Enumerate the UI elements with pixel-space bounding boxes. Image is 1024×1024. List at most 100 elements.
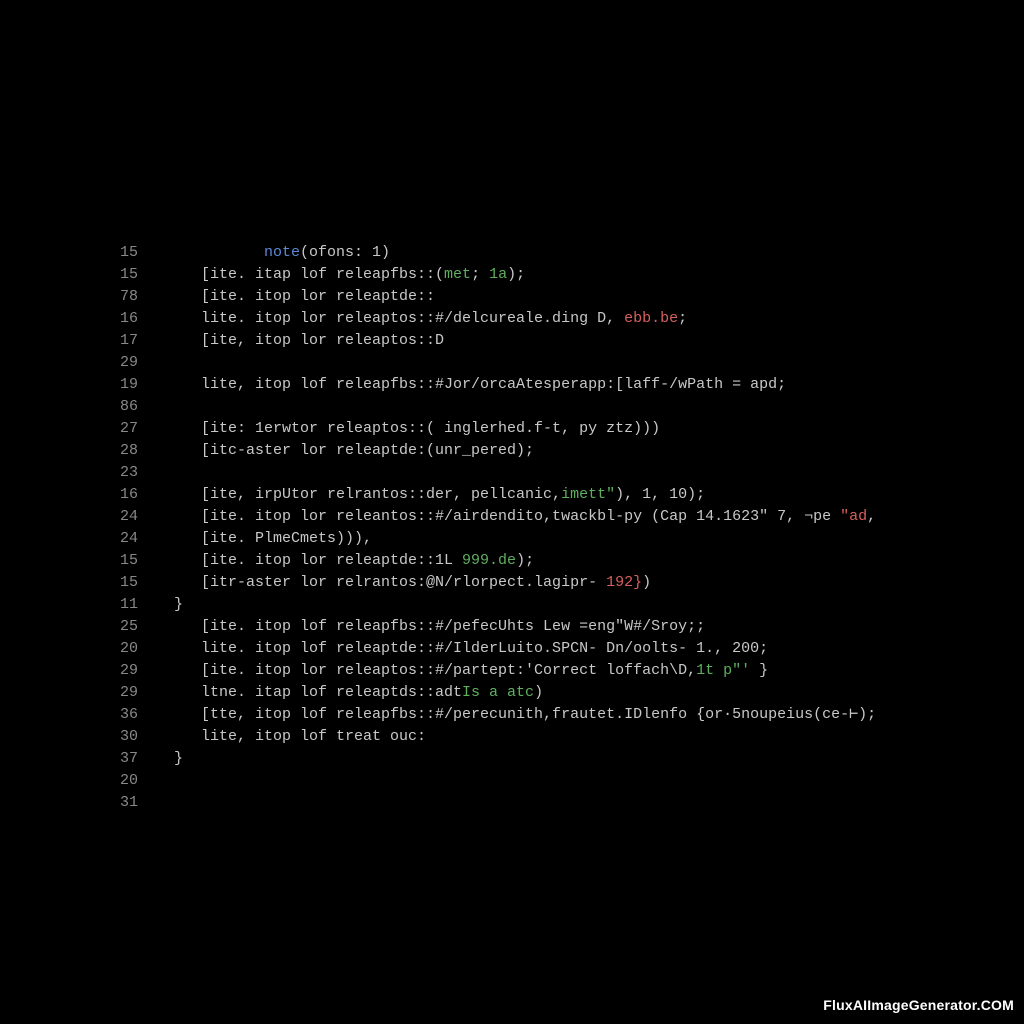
code-line[interactable]: 30 lite, itop lof treat ouc: — [110, 726, 984, 748]
code-token: [tte, itop lof releapfbs::#/perecunith,f… — [174, 706, 876, 723]
code-line[interactable]: 15 [ite. itap lof releapfbs::(met; 1a); — [110, 264, 984, 286]
line-number: 23 — [110, 462, 138, 484]
code-line[interactable]: 29 ltne. itap lof releaptds::adtIs a atc… — [110, 682, 984, 704]
code-line[interactable]: 24 [ite. itop lor releantos::#/airdendit… — [110, 506, 984, 528]
line-number: 28 — [110, 440, 138, 462]
code-line[interactable]: 86 — [110, 396, 984, 418]
code-line[interactable]: 16 [ite, irpUtor relrantos::der, pellcan… — [110, 484, 984, 506]
code-line[interactable]: 20 lite. itop lof releaptde::#/IlderLuit… — [110, 638, 984, 660]
line-number: 20 — [110, 770, 138, 792]
line-number: 20 — [110, 638, 138, 660]
code-token: } — [750, 662, 768, 679]
line-number: 36 — [110, 704, 138, 726]
code-token: ), 1, 10); — [615, 486, 705, 503]
code-line[interactable]: 37} — [110, 748, 984, 770]
line-number: 11 — [110, 594, 138, 616]
code-token: lite, itop lof releapfbs::#Jor/orcaAtesp… — [174, 376, 786, 393]
code-text[interactable]: [ite. itop lor releaptde::1L 999.de); — [174, 550, 534, 572]
code-text[interactable]: lite. itop lor releaptos::#/delcureale.d… — [174, 308, 687, 330]
watermark: FluxAIImageGenerator.COM — [823, 994, 1014, 1016]
code-text[interactable]: note(ofons: 1) — [174, 242, 390, 264]
code-token: ); — [507, 266, 525, 283]
code-line[interactable]: 19 lite, itop lof releapfbs::#Jor/orcaAt… — [110, 374, 984, 396]
code-text[interactable]: } — [174, 594, 183, 616]
code-token: [itr-aster lor relrantos:@N/rlorpect.lag… — [174, 574, 606, 591]
line-number: 78 — [110, 286, 138, 308]
code-token: 999.de — [462, 552, 516, 569]
code-line[interactable]: 78 [ite. itop lor releaptde:: — [110, 286, 984, 308]
code-token: } — [174, 596, 183, 613]
code-line[interactable]: 29 [ite. itop lor releaptos::#/partept:'… — [110, 660, 984, 682]
code-token: "ad — [840, 508, 867, 525]
code-token: ) — [642, 574, 651, 591]
code-token: ; — [471, 266, 489, 283]
code-text[interactable]: [ite: 1erwtor releaptos::( inglerhed.f-t… — [174, 418, 660, 440]
line-number: 15 — [110, 550, 138, 572]
code-token: , — [867, 508, 876, 525]
code-line[interactable]: 11} — [110, 594, 984, 616]
code-line[interactable]: 27 [ite: 1erwtor releaptos::( inglerhed.… — [110, 418, 984, 440]
code-token: [ite. itop lor releaptos::#/partept:'Cor… — [174, 662, 696, 679]
code-token: note — [264, 244, 300, 261]
line-number: 19 — [110, 374, 138, 396]
line-number: 16 — [110, 484, 138, 506]
code-token: ; — [678, 310, 687, 327]
line-number: 16 — [110, 308, 138, 330]
code-text[interactable]: [ite. itop lof releapfbs::#/pefecUhts Le… — [174, 616, 705, 638]
code-token: ebb.be — [624, 310, 678, 327]
code-token: [ite. itop lor releaptde::1L — [174, 552, 462, 569]
code-token: lite. itop lor releaptos::#/delcureale.d… — [174, 310, 624, 327]
code-editor[interactable]: 15 note(ofons: 1)15 [ite. itap lof relea… — [110, 242, 984, 814]
code-line[interactable]: 25 [ite. itop lof releapfbs::#/pefecUhts… — [110, 616, 984, 638]
code-token: ) — [534, 684, 543, 701]
code-text[interactable]: [tte, itop lof releapfbs::#/perecunith,f… — [174, 704, 876, 726]
code-text[interactable]: [ite, itop lor releaptos::D — [174, 330, 444, 352]
code-token: [ite, itop lor releaptos::D — [174, 332, 444, 349]
code-token: [ite. itop lof releapfbs::#/pefecUhts Le… — [174, 618, 705, 635]
code-text[interactable]: [ite. PlmeCmets))), — [174, 528, 372, 550]
code-line[interactable]: 20 — [110, 770, 984, 792]
code-text[interactable]: [ite. itap lof releapfbs::(met; 1a); — [174, 264, 525, 286]
code-line[interactable]: 15 note(ofons: 1) — [110, 242, 984, 264]
code-text[interactable]: lite. itop lof releaptde::#/IlderLuito.S… — [174, 638, 768, 660]
line-number: 27 — [110, 418, 138, 440]
code-line[interactable]: 31 — [110, 792, 984, 814]
code-text[interactable]: [ite. itop lor releaptos::#/partept:'Cor… — [174, 660, 768, 682]
code-text[interactable]: [ite. itop lor releantos::#/airdendito,t… — [174, 506, 876, 528]
line-number: 37 — [110, 748, 138, 770]
line-number: 30 — [110, 726, 138, 748]
code-text[interactable]: [ite, irpUtor relrantos::der, pellcanic,… — [174, 484, 705, 506]
code-text[interactable]: } — [174, 748, 183, 770]
code-token: 1a — [489, 266, 507, 283]
code-token — [174, 244, 264, 261]
code-text[interactable]: [ite. itop lor releaptde:: — [174, 286, 435, 308]
code-line[interactable]: 15 [itr-aster lor relrantos:@N/rlorpect.… — [110, 572, 984, 594]
code-text[interactable]: lite, itop lof treat ouc: — [174, 726, 426, 748]
code-token: Is a atc — [462, 684, 534, 701]
line-number: 17 — [110, 330, 138, 352]
line-number: 24 — [110, 528, 138, 550]
code-token: lite. itop lof releaptde::#/IlderLuito.S… — [174, 640, 768, 657]
line-number: 86 — [110, 396, 138, 418]
code-line[interactable]: 36 [tte, itop lof releapfbs::#/perecunit… — [110, 704, 984, 726]
code-line[interactable]: 17 [ite, itop lor releaptos::D — [110, 330, 984, 352]
code-text[interactable]: ltne. itap lof releaptds::adtIs a atc) — [174, 682, 543, 704]
code-line[interactable]: 29 — [110, 352, 984, 374]
line-number: 24 — [110, 506, 138, 528]
code-line[interactable]: 15 [ite. itop lor releaptde::1L 999.de); — [110, 550, 984, 572]
code-token: 192} — [606, 574, 642, 591]
code-token: (ofons: 1) — [300, 244, 390, 261]
code-token: [ite. itop lor releaptde:: — [174, 288, 435, 305]
line-number: 29 — [110, 682, 138, 704]
code-token: [ite, irpUtor relrantos::der, pellcanic, — [174, 486, 561, 503]
code-token: imett" — [561, 486, 615, 503]
code-text[interactable]: [itc-aster lor releaptde:(unr_pered); — [174, 440, 534, 462]
code-line[interactable]: 28 [itc-aster lor releaptde:(unr_pered); — [110, 440, 984, 462]
code-line[interactable]: 24 [ite. PlmeCmets))), — [110, 528, 984, 550]
code-text[interactable]: lite, itop lof releapfbs::#Jor/orcaAtesp… — [174, 374, 786, 396]
code-token: 1t p"' — [696, 662, 750, 679]
code-text[interactable]: [itr-aster lor relrantos:@N/rlorpect.lag… — [174, 572, 651, 594]
code-line[interactable]: 23 — [110, 462, 984, 484]
code-token: [ite: 1erwtor releaptos::( inglerhed.f-t… — [174, 420, 660, 437]
code-line[interactable]: 16 lite. itop lor releaptos::#/delcureal… — [110, 308, 984, 330]
